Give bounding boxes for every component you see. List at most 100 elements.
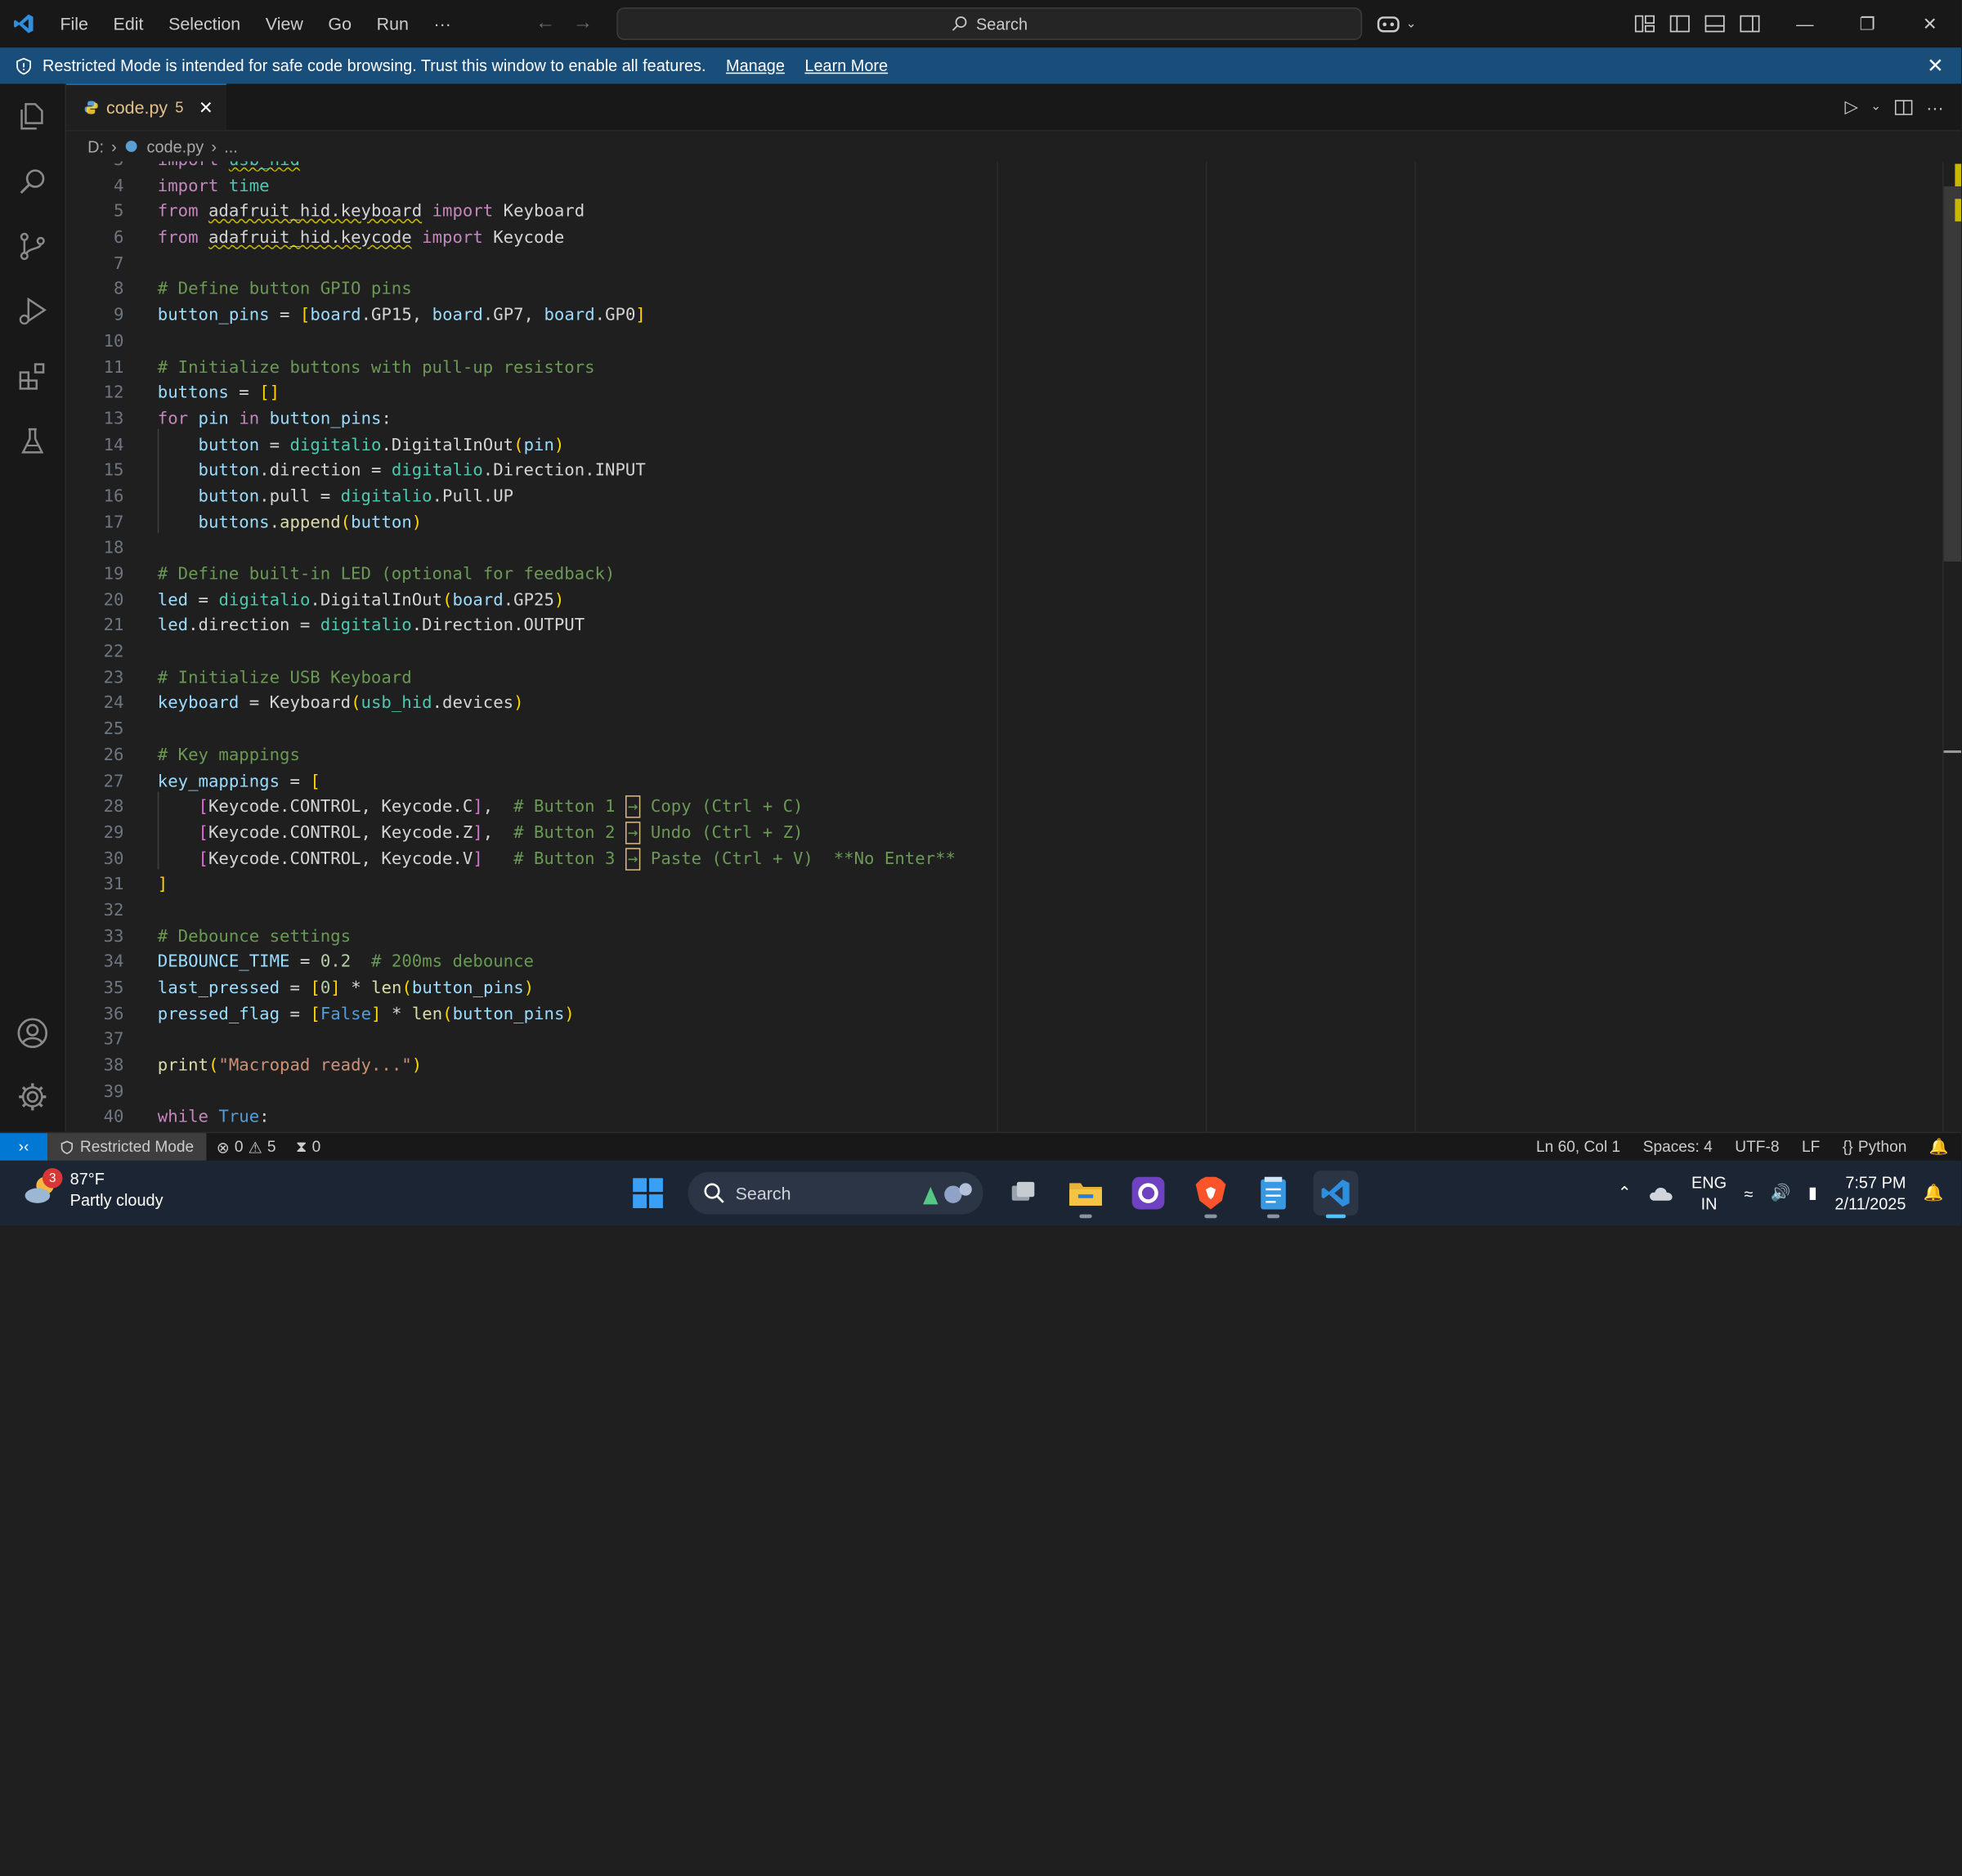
code-line-21: led.direction = digitalio.Direction.OUTP… xyxy=(157,616,585,636)
language-mode[interactable]: {} Python xyxy=(1843,1138,1906,1155)
gear-icon[interactable] xyxy=(0,1067,65,1126)
code-line-28: [Keycode.CONTROL, Keycode.C], # Button 1… xyxy=(198,795,804,818)
accounts-icon[interactable] xyxy=(0,1003,65,1063)
close-icon[interactable]: ✕ xyxy=(1927,54,1944,79)
weather-badge: 3 xyxy=(43,1168,63,1189)
chevron-right-icon: › xyxy=(111,137,117,156)
line-number: 18 xyxy=(103,538,124,558)
explorer-icon[interactable] xyxy=(0,87,65,146)
input-language[interactable]: ENG IN xyxy=(1691,1172,1727,1215)
menu-go[interactable]: Go xyxy=(316,0,364,47)
line-number: 25 xyxy=(103,719,124,740)
restricted-mode-status[interactable]: Restricted Mode xyxy=(47,1133,207,1161)
copilot-button[interactable]: ⌄ xyxy=(1376,0,1417,47)
line-number: 7 xyxy=(114,253,124,274)
restricted-mode-banner: Restricted Mode is intended for safe cod… xyxy=(0,47,1962,84)
notepad-icon[interactable] xyxy=(1251,1171,1296,1219)
split-editor-icon[interactable] xyxy=(1893,97,1913,117)
weather-widget[interactable]: 3 87°F Partly cloudy xyxy=(23,1168,164,1211)
eol-status[interactable]: LF xyxy=(1802,1138,1820,1155)
more-actions-icon[interactable]: ··· xyxy=(1926,97,1943,117)
remote-indicator-icon[interactable]: ›‹ xyxy=(0,1133,48,1161)
chevron-up-icon[interactable]: ⌃ xyxy=(1618,1183,1632,1202)
volume-icon[interactable]: 🔊 xyxy=(1771,1183,1791,1202)
encoding-status[interactable]: UTF-8 xyxy=(1735,1138,1779,1155)
line-number: 10 xyxy=(103,331,124,351)
restore-icon[interactable]: ❐ xyxy=(1836,0,1899,47)
code-line-3: import usb_hid xyxy=(158,161,1934,173)
bell-icon[interactable]: 🔔 xyxy=(1929,1138,1949,1157)
close-icon[interactable]: ✕ xyxy=(199,97,213,119)
brave-browser-icon[interactable] xyxy=(1189,1171,1234,1219)
line-number: 26 xyxy=(103,745,124,766)
breadcrumb-file[interactable]: code.py xyxy=(147,137,204,156)
scrollbar-thumb[interactable] xyxy=(1943,186,1962,562)
learn-more-link[interactable]: Learn More xyxy=(804,56,888,75)
clock-date: 2/11/2025 xyxy=(1834,1194,1906,1214)
vscode-taskbar-icon[interactable] xyxy=(1313,1171,1359,1219)
battery-icon[interactable]: ▮ xyxy=(1808,1183,1817,1202)
line-number: 36 xyxy=(103,1004,124,1024)
menu-edit[interactable]: Edit xyxy=(101,0,156,47)
code-editor[interactable]: 3456789101112131415161718192021222324252… xyxy=(66,161,1962,1132)
testing-icon[interactable] xyxy=(0,411,65,471)
line-number: 23 xyxy=(103,667,124,688)
notification-bell-icon[interactable]: 🔔 xyxy=(1924,1183,1944,1202)
line-number: 24 xyxy=(103,693,124,714)
menu-more[interactable]: ··· xyxy=(421,0,464,47)
tab-code-py[interactable]: code.py 5 ✕ xyxy=(66,83,226,131)
extensions-icon[interactable] xyxy=(0,347,65,406)
menu-run[interactable]: Run xyxy=(364,0,421,47)
code-line-4: import time xyxy=(157,176,270,196)
close-window-icon[interactable]: ✕ xyxy=(1899,0,1962,47)
back-arrow-icon[interactable]: ← xyxy=(535,12,555,35)
chevron-down-icon[interactable]: ⌄ xyxy=(1870,100,1881,114)
editor-scrollbar[interactable] xyxy=(1942,161,1962,1132)
line-number: 20 xyxy=(103,589,124,611)
windows-start-icon[interactable] xyxy=(625,1171,670,1216)
task-view-icon[interactable] xyxy=(1001,1171,1046,1216)
toggle-primary-sidebar-icon[interactable] xyxy=(1669,12,1691,35)
github-desktop-icon[interactable] xyxy=(1126,1171,1171,1216)
cursor-position[interactable]: Ln 60, Col 1 xyxy=(1536,1138,1620,1155)
menu-view[interactable]: View xyxy=(253,0,316,47)
breadcrumb-drive[interactable]: D: xyxy=(87,137,104,156)
taskbar-search[interactable]: Search xyxy=(688,1171,983,1215)
source-control-icon[interactable] xyxy=(0,217,65,276)
system-clock[interactable]: 7:57 PM 2/11/2025 xyxy=(1834,1172,1906,1215)
forward-arrow-icon[interactable]: → xyxy=(573,12,593,35)
menu-selection[interactable]: Selection xyxy=(156,0,253,47)
navigation-arrows: ← → xyxy=(535,0,593,47)
line-number: 38 xyxy=(103,1055,124,1076)
ports-status[interactable]: ⧗ 0 xyxy=(286,1138,331,1157)
windows-taskbar: 3 87°F Partly cloudy Search ⌃ ENG IN ≈ 🔊… xyxy=(0,1160,1962,1226)
file-explorer-icon[interactable] xyxy=(1064,1171,1109,1219)
toggle-panel-icon[interactable] xyxy=(1704,12,1727,35)
minimize-icon[interactable]: — xyxy=(1774,0,1837,47)
layout-controls xyxy=(1633,0,1761,47)
run-icon[interactable]: ▷ xyxy=(1844,96,1857,118)
ports-count: 0 xyxy=(311,1138,321,1156)
toggle-secondary-sidebar-icon[interactable] xyxy=(1739,12,1762,35)
code-line-9: button_pins = [board.GP15, board.GP7, bo… xyxy=(157,305,646,325)
menu-file[interactable]: File xyxy=(47,0,101,47)
run-debug-icon[interactable] xyxy=(0,281,65,341)
code-line-5: from adafruit_hid.keyboard import Keyboa… xyxy=(157,201,585,222)
wifi-icon[interactable]: ≈ xyxy=(1745,1184,1754,1202)
onedrive-cloud-icon[interactable] xyxy=(1649,1184,1674,1202)
activity-bar xyxy=(0,83,67,1132)
active-indicator xyxy=(1325,1214,1346,1219)
warning-count: 5 xyxy=(267,1138,276,1156)
breadcrumb-more[interactable]: ... xyxy=(224,137,238,156)
indentation-status[interactable]: Spaces: 4 xyxy=(1643,1138,1713,1155)
running-indicator xyxy=(1079,1214,1092,1219)
code-line-26: # Key mappings xyxy=(157,745,300,766)
command-center-search[interactable]: Search xyxy=(616,7,1363,40)
manage-link[interactable]: Manage xyxy=(726,56,785,75)
error-count: 0 xyxy=(234,1138,244,1156)
search-icon[interactable] xyxy=(0,151,65,211)
customize-layout-icon[interactable] xyxy=(1633,12,1656,35)
problems-status[interactable]: ⊗ 0 ⚠ 5 xyxy=(206,1138,285,1156)
window-controls: — ❐ ✕ xyxy=(1774,0,1962,47)
